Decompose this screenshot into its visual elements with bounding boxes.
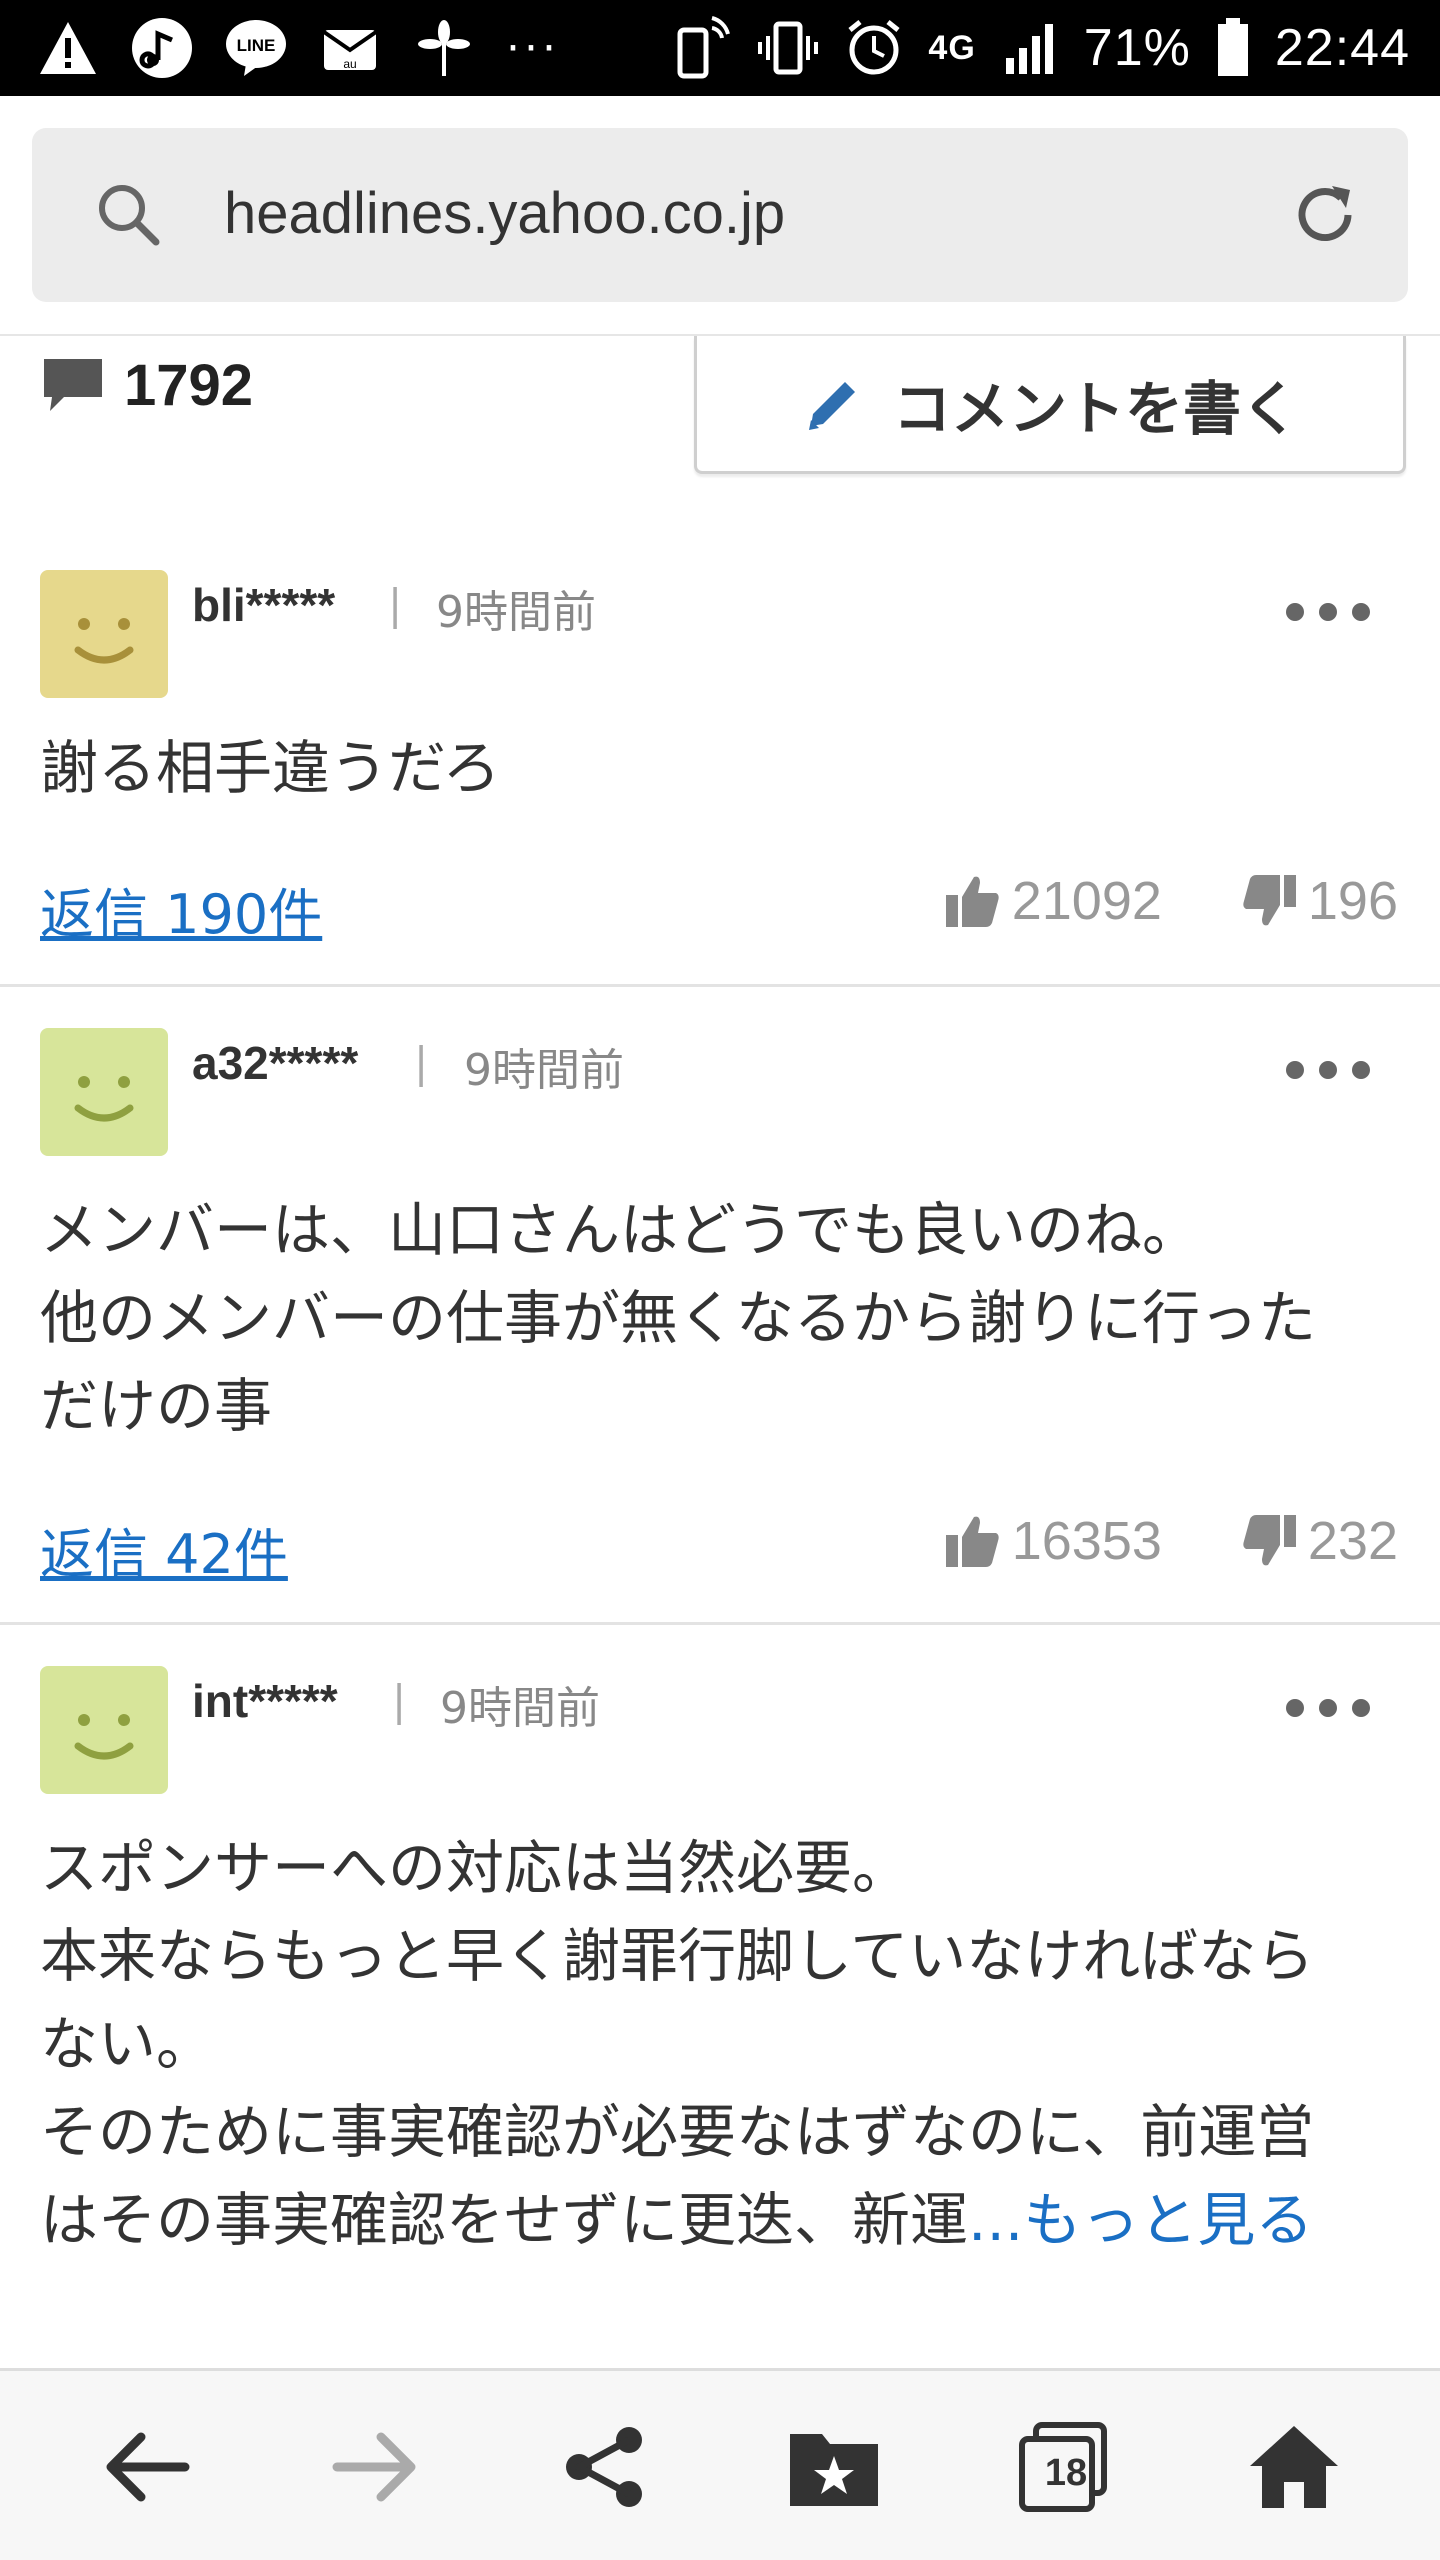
more-options-icon[interactable] [1286,600,1370,624]
comment-text: メンバーは、山口さんはどうでも良いのね。 他のメンバーの仕事が無くなるから謝りに… [40,1196,1317,1440]
browser-toolbar: headlines.yahoo.co.jp [0,96,1440,336]
forward-arrow-icon [332,2432,416,2502]
comment-username[interactable]: a32***** [192,1036,358,1090]
battery-icon [1213,16,1253,80]
comment-time: 9時間前 [464,1045,624,1096]
meta-separator: | [392,1676,407,1725]
address-bar[interactable]: headlines.yahoo.co.jp [32,128,1408,302]
cell-signal-icon [998,16,1062,80]
music-icon [130,16,194,80]
avatar[interactable] [40,1666,168,1794]
like-count: 21092 [1011,871,1162,931]
back-arrow-icon [106,2432,190,2502]
more-options-icon[interactable] [1286,1696,1370,1720]
write-comment-button[interactable]: コメントを書く [694,336,1406,474]
home-button[interactable] [1238,2411,1350,2523]
tab-count: 18 [1044,2451,1088,2494]
svg-text:au: au [343,57,356,71]
battery-percent: 71% [1083,19,1191,77]
phone-signal-icon [670,16,734,80]
comment-username[interactable]: bli***** [192,578,335,632]
comment-count-number: 1792 [124,352,254,418]
thumbs-down-icon [1243,1515,1296,1566]
url-text[interactable]: headlines.yahoo.co.jp [224,180,785,247]
scroll-edge [0,2340,1440,2370]
dislike-count: 232 [1307,1511,1398,1571]
comment-text: 謝る相手違うだろ [40,734,501,802]
pencil-icon [808,381,855,430]
write-comment-label: コメントを書く [892,374,1299,443]
status-bar: LINE au ··· 4G 71% 22:44 [0,0,1440,96]
meta-separator: | [414,1038,429,1087]
dislike-button[interactable]: 232 [1240,1510,1398,1572]
alarm-icon [842,16,906,80]
browser-bottom-nav: 18 [0,2368,1440,2560]
warning-icon [36,16,100,80]
clock: 22:44 [1274,19,1410,77]
comment-username[interactable]: int***** [192,1674,338,1728]
share-icon [566,2427,642,2507]
bookmark-folder-icon [790,2434,878,2506]
comment-count: 1792 [40,350,253,420]
home-icon [1250,2426,1338,2508]
comment-text-wrap: スポンサーへの対応は当然必要。 本来ならもっと早く謝罪行脚していなければなら な… [40,1824,1400,2264]
avatar[interactable] [40,570,168,698]
search-icon [92,178,166,252]
line-icon: LINE [224,16,288,80]
tabs-button[interactable]: 18 [1008,2411,1120,2523]
more-notifications: ··· [506,22,560,74]
like-button[interactable]: 21092 [944,870,1162,932]
thumbs-down-icon [1243,875,1296,926]
dislike-button[interactable]: 196 [1240,870,1398,932]
read-more-link[interactable]: ...もっと見る [968,2186,1313,2254]
dislike-count: 196 [1307,871,1398,931]
back-button[interactable] [90,2411,202,2523]
thumbs-up-icon [945,1516,999,1567]
more-options-icon[interactable] [1286,1058,1370,1082]
system-icons: 4G 71% 22:44 [670,14,1410,82]
divider [0,984,1440,987]
divider [0,1622,1440,1625]
replies-link[interactable]: 返信 190件 [40,870,322,949]
notification-icons: LINE au ··· [36,14,560,82]
replies-link[interactable]: 返信 42件 [40,1510,288,1589]
reload-icon[interactable] [1286,176,1364,254]
pinwheel-icon [412,16,476,80]
forward-button[interactable] [320,2411,432,2523]
comment-time: 9時間前 [436,587,596,638]
meta-separator: | [388,580,403,629]
network-type: 4G [928,28,976,67]
mail-icon: au [318,16,382,80]
vibrate-icon [756,16,820,80]
vote-group: 21092 196 [944,870,1398,932]
avatar[interactable] [40,1028,168,1156]
comment-time: 9時間前 [440,1683,600,1734]
vote-group: 16353 232 [944,1510,1398,1572]
like-count: 16353 [1011,1511,1162,1571]
svg-text:LINE: LINE [237,36,276,55]
comment-bubble-icon [44,359,102,411]
bookmarks-button[interactable] [778,2411,890,2523]
share-button[interactable] [548,2411,660,2523]
thumbs-up-icon [945,876,999,927]
like-button[interactable]: 16353 [944,1510,1162,1572]
